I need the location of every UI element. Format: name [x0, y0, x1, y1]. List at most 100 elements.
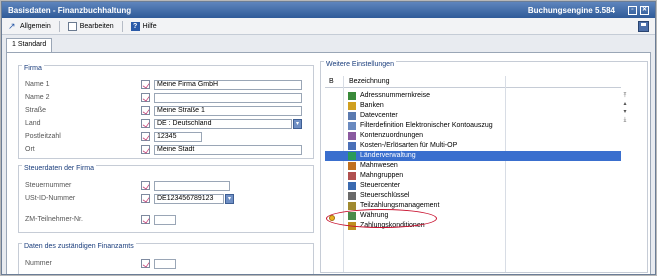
list-item[interactable]: Filterdefinition Elektronischer Kontoaus…: [325, 121, 621, 131]
menu-allgemein-label: Allgemein: [20, 22, 51, 30]
title-bar: Basisdaten - Finanzbuchhaltung Buchungse…: [2, 2, 655, 18]
tax-center-icon: [348, 182, 356, 190]
scroll-up-icon[interactable]: ▴: [621, 100, 629, 108]
dunning-groups-icon: [348, 172, 356, 180]
menu-bearbeiten[interactable]: Bearbeiten: [67, 21, 114, 31]
ustid-label: USt-ID-Nummer: [25, 195, 76, 202]
field-row-strasse: Straße Meine Straße 1: [23, 106, 313, 116]
steuernummer-edit-icon[interactable]: [141, 181, 150, 190]
field-row-name2: Name 2: [23, 93, 313, 103]
list-item[interactable]: Adressnummernkreise: [325, 91, 621, 101]
field-row-ort: Ort Meine Stadt: [23, 145, 313, 155]
name1-field[interactable]: Meine Firma GmbH: [154, 80, 302, 90]
list-item[interactable]: Steuerschlüssel: [325, 191, 621, 201]
list-item[interactable]: Kontenzuordnungen: [325, 131, 621, 141]
zm-edit-icon[interactable]: [141, 215, 150, 224]
installment-icon: [348, 202, 356, 210]
column-header-b[interactable]: B: [329, 78, 334, 85]
column-header-bezeichnung[interactable]: Bezeichnung: [349, 78, 389, 85]
field-row-steuernummer: Steuernummer: [23, 181, 313, 191]
list-item-label: Mahnwesen: [360, 162, 398, 169]
list-item[interactable]: Mahnwesen: [325, 161, 621, 171]
ort-field[interactable]: Meine Stadt: [154, 145, 302, 155]
list-item[interactable]: Mahngruppen: [325, 171, 621, 181]
close-icon[interactable]: ✕: [640, 5, 649, 15]
steuer-group-title: Steuerdaten der Firma: [22, 165, 97, 172]
list-item-label: Filterdefinition Elektronischer Kontoaus…: [360, 122, 493, 129]
list-item-label: Kosten-/Erlösarten für Multi-OP: [360, 142, 458, 149]
ort-edit-icon[interactable]: [141, 145, 150, 154]
scroll-down-icon[interactable]: ▾: [621, 108, 629, 116]
list-item[interactable]: Kosten-/Erlösarten für Multi-OP: [325, 141, 621, 151]
menu-hilfe[interactable]: ? Hilfe: [130, 21, 157, 31]
filter-icon: [348, 122, 356, 130]
firma-group: Firma Name 1 Meine Firma GmbH Name 2 Str…: [18, 65, 314, 159]
finanzamt-group-title: Daten des zuständigen Finanzamts: [22, 243, 136, 250]
engine-version: Buchungsengine 5.584: [527, 5, 615, 15]
field-row-land: Land DE : Deutschland ▾: [23, 119, 313, 129]
tax-key-icon: [348, 192, 356, 200]
ort-label: Ort: [25, 146, 35, 153]
edit-icon: [67, 21, 77, 31]
scroll-bottom-icon[interactable]: ⤓: [621, 116, 629, 124]
list-item-label: Steuerschlüssel: [360, 192, 410, 199]
list-item-label: Länderverwaltung: [360, 152, 416, 159]
menu-allgemein[interactable]: ↗ Allgemein: [8, 21, 51, 31]
field-row-nummer: Nummer: [23, 259, 313, 269]
name1-label: Name 1: [25, 81, 50, 88]
plz-field[interactable]: 12345: [154, 132, 202, 142]
finanzamt-group: Daten des zuständigen Finanzamts Nummer: [18, 243, 314, 274]
field-row-plz: Postleitzahl 12345: [23, 132, 313, 142]
weitere-group-title: Weitere Einstellungen: [324, 61, 396, 68]
land-select[interactable]: DE : Deutschland: [154, 119, 292, 129]
cost-types-icon: [348, 142, 356, 150]
list-item-label: Kontenzuordnungen: [360, 132, 424, 139]
land-label: Land: [25, 120, 41, 127]
list-item[interactable]: Banken: [325, 101, 621, 111]
content-panel: Firma Name 1 Meine Firma GmbH Name 2 Str…: [6, 52, 651, 274]
nummer-edit-icon[interactable]: [141, 259, 150, 268]
highlight-annotation: [326, 209, 437, 228]
list-item-label: Datevcenter: [360, 112, 398, 119]
list-item-label: Banken: [360, 102, 384, 109]
nummer-label: Nummer: [25, 260, 52, 267]
list-item[interactable]: Datevcenter: [325, 111, 621, 121]
dunning-icon: [348, 162, 356, 170]
zm-field[interactable]: [154, 215, 176, 225]
strasse-edit-icon[interactable]: [141, 106, 150, 115]
name1-edit-icon[interactable]: [141, 80, 150, 89]
help-icon: ?: [130, 21, 140, 31]
list-item[interactable]: Steuercenter: [325, 181, 621, 191]
steuernummer-field[interactable]: [154, 181, 230, 191]
chevron-down-icon[interactable]: ▾: [293, 119, 302, 129]
weitere-group: Weitere Einstellungen B Bezeichnung Adre…: [320, 61, 648, 273]
plz-edit-icon[interactable]: [141, 132, 150, 141]
menu-separator: [58, 20, 60, 32]
scroll-top-icon[interactable]: ⤒: [621, 92, 629, 100]
save-icon[interactable]: [638, 21, 649, 32]
strasse-field[interactable]: Meine Straße 1: [154, 106, 302, 116]
list-item-label: Adressnummernkreise: [360, 92, 431, 99]
plz-label: Postleitzahl: [25, 133, 61, 140]
land-edit-icon[interactable]: [141, 119, 150, 128]
field-row-name1: Name 1 Meine Firma GmbH: [23, 80, 313, 90]
menu-bar: ↗ Allgemein Bearbeiten ? Hilfe: [2, 18, 655, 35]
chevron-down-icon[interactable]: ▾: [225, 194, 234, 204]
ustid-select[interactable]: DE123456789123: [154, 194, 224, 204]
zm-label: ZM-Teilnehmer-Nr.: [25, 216, 83, 223]
list-item-label: Steuercenter: [360, 182, 401, 189]
nummer-field[interactable]: [154, 259, 176, 269]
strasse-label: Straße: [25, 107, 47, 114]
main-window: Basisdaten - Finanzbuchhaltung Buchungse…: [1, 1, 656, 275]
list-item-label: Teilzahlungsmanagement: [360, 202, 440, 209]
tab-standard[interactable]: 1 Standard: [6, 38, 53, 52]
name2-edit-icon[interactable]: [141, 93, 150, 102]
list-scrollbar[interactable]: ⤒ ▴ ▾ ⤓: [621, 92, 629, 132]
steuer-group: Steuerdaten der Firma Steuernummer USt-I…: [18, 165, 314, 233]
ustid-edit-icon[interactable]: [141, 194, 150, 203]
list-item[interactable]: Länderverwaltung: [325, 151, 621, 161]
pin-icon[interactable]: ▫: [628, 5, 637, 15]
field-row-ustid: USt-ID-Nummer DE123456789123 ▾: [23, 194, 313, 204]
name2-field[interactable]: [154, 93, 302, 103]
steuernummer-label: Steuernummer: [25, 182, 72, 189]
